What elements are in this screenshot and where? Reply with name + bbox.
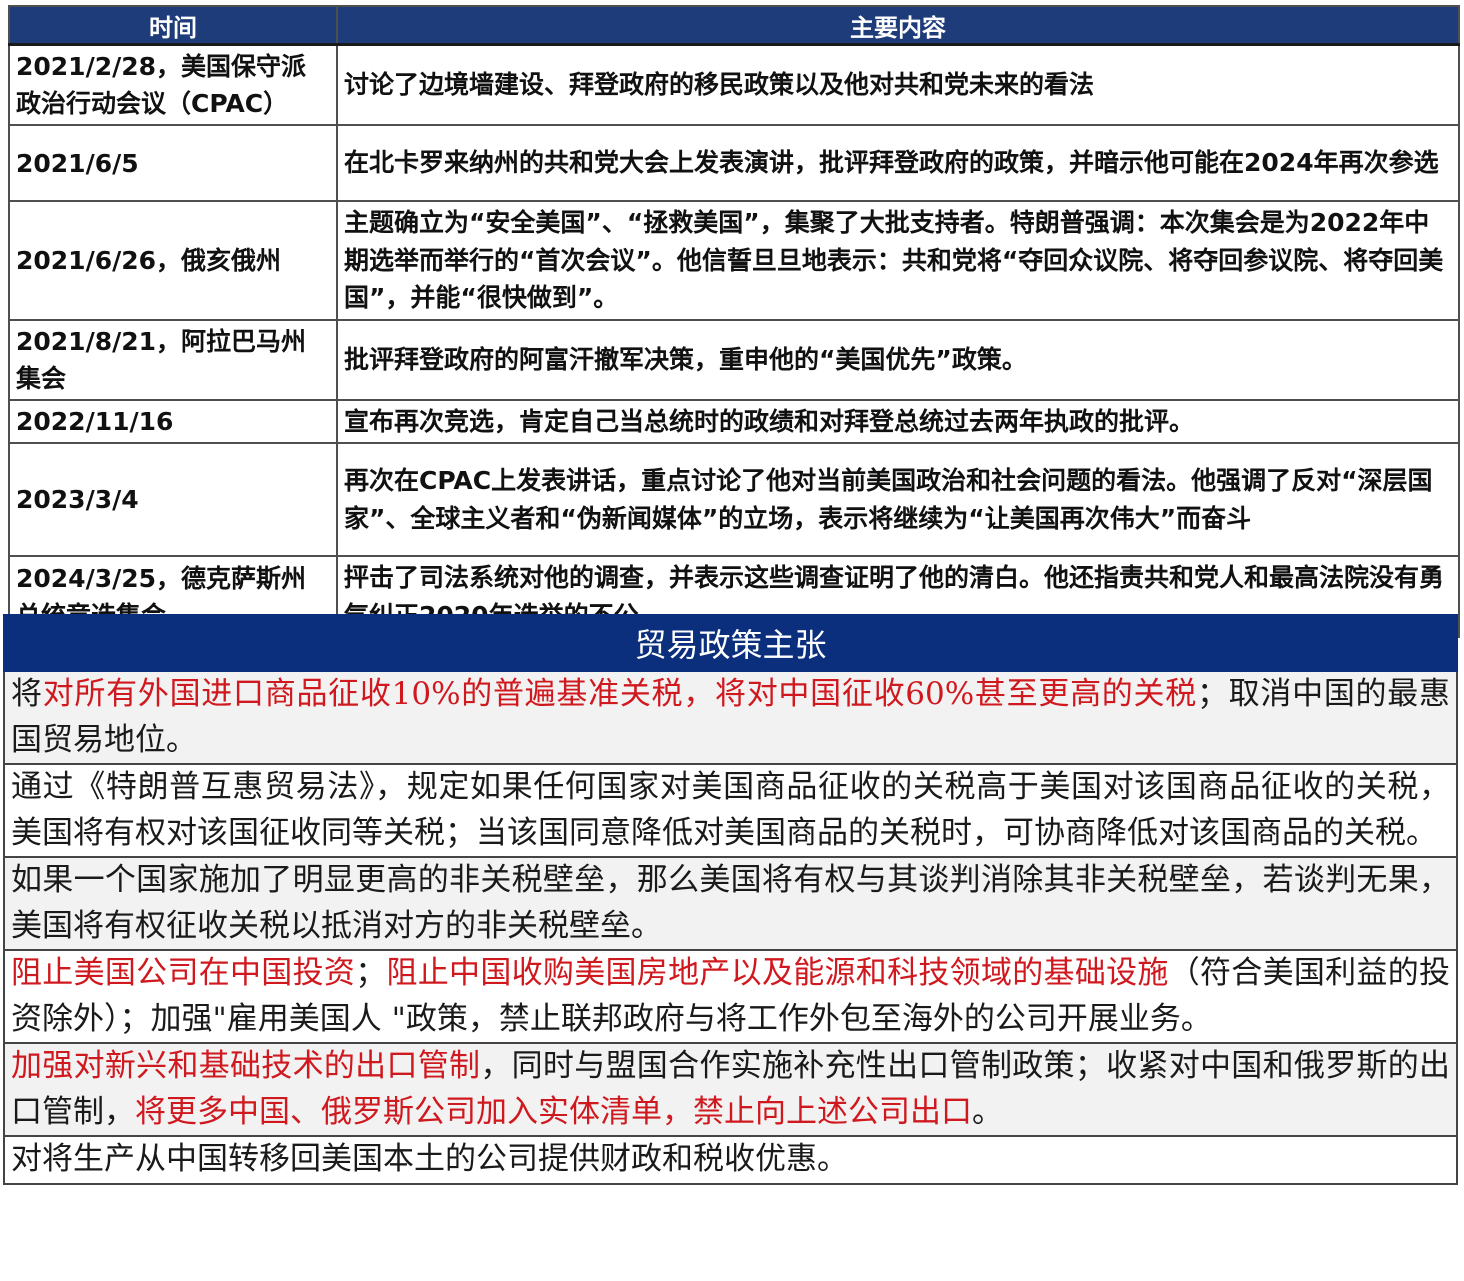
policy-item: 将对所有外国进口商品征收10%的普遍基准关税，将对中国征收60%甚至更高的关税；… — [3, 670, 1458, 765]
table-row: 加强对新兴和基础技术的出口管制，同时与盟国合作实施补充性出口管制政策；收紧对中国… — [3, 1042, 1458, 1137]
policy-text: ； — [355, 955, 387, 991]
event-time: 2021/8/21，阿拉巴马州集会 — [8, 318, 338, 401]
event-content: 讨论了边境墙建设、拜登政府的移民政策以及他对共和党未来的看法 — [336, 43, 1460, 126]
policy-text: 如果一个国家施加了明显更高的非关税壁垒，那么美国将有权与其谈判消除其非关税壁垒，… — [11, 862, 1450, 944]
table-row: 2022/11/16 宣布再次竞选，肯定自己当总统时的政绩和对拜登总统过去两年执… — [8, 398, 1460, 444]
highlighted-text: 加强对新兴和基础技术的出口管制 — [11, 1048, 481, 1084]
trade-header-row: 贸易政策主张 — [3, 614, 1458, 672]
event-content: 主题确立为“安全美国”、“拯救美国”，集聚了大批支持者。特朗普强调：本次集会是为… — [336, 200, 1460, 321]
table-row: 通过《特朗普互惠贸易法》，规定如果任何国家对美国商品征收的关税高于美国对该国商品… — [3, 763, 1458, 858]
table-row: 2021/8/21，阿拉巴马州集会 批评拜登政府的阿富汗撤军决策，重申他的“美国… — [8, 318, 1460, 401]
highlighted-text: 对所有外国进口商品征收10%的普遍基准关税，将对中国征收60%甚至更高的关税 — [42, 676, 1197, 712]
event-time: 2022/11/16 — [8, 398, 338, 444]
table-row: 2021/6/5 在北卡罗来纳州的共和党大会上发表演讲，批评拜登政府的政策，并暗… — [8, 124, 1460, 202]
highlighted-text: 将更多中国、俄罗斯公司加入实体清单，禁止向上述公司出口 — [135, 1093, 972, 1130]
event-time: 2021/6/26，俄亥俄州 — [8, 200, 338, 321]
event-content: 宣布再次竞选，肯定自己当总统时的政绩和对拜登总统过去两年执政的批评。 — [336, 398, 1460, 444]
events-table: 时间 主要内容 2021/2/28，美国保守派政治行动会议（CPAC） 讨论了边… — [8, 5, 1460, 638]
table-row: 阻止美国公司在中国投资；阻止中国收购美国房地产以及能源和科技领域的基础设施（符合… — [3, 949, 1458, 1044]
policy-item: 对将生产从中国转移回美国本土的公司提供财政和税收优惠。 — [3, 1135, 1458, 1185]
highlighted-text: 阻止美国公司在中国投资 — [11, 955, 356, 991]
header-time: 时间 — [8, 5, 338, 46]
policy-item: 阻止美国公司在中国投资；阻止中国收购美国房地产以及能源和科技领域的基础设施（符合… — [3, 949, 1458, 1044]
event-content: 在北卡罗来纳州的共和党大会上发表演讲，批评拜登政府的政策，并暗示他可能在2024… — [336, 124, 1460, 202]
policy-item: 通过《特朗普互惠贸易法》，规定如果任何国家对美国商品征收的关税高于美国对该国商品… — [3, 763, 1458, 858]
policy-text: 对将生产从中国转移回美国本土的公司提供财政和税收优惠。 — [11, 1141, 848, 1177]
policy-text: 将 — [11, 676, 43, 712]
event-time: 2021/6/5 — [8, 124, 338, 202]
header-content: 主要内容 — [336, 5, 1460, 46]
table-row: 对将生产从中国转移回美国本土的公司提供财政和税收优惠。 — [3, 1135, 1458, 1185]
trade-policy-table: 贸易政策主张 将对所有外国进口商品征收10%的普遍基准关税，将对中国征收60%甚… — [3, 614, 1458, 1185]
table-row: 2023/3/4 再次在CPAC上发表讲话，重点讨论了他对当前美国政治和社会问题… — [8, 442, 1460, 557]
table-row: 2021/2/28，美国保守派政治行动会议（CPAC） 讨论了边境墙建设、拜登政… — [8, 43, 1460, 126]
event-content: 批评拜登政府的阿富汗撤军决策，重申他的“美国优先”政策。 — [336, 318, 1460, 401]
event-content: 再次在CPAC上发表讲话，重点讨论了他对当前美国政治和社会问题的看法。他强调了反… — [336, 442, 1460, 557]
trade-policy-header: 贸易政策主张 — [3, 614, 1458, 672]
policy-text: 。 — [972, 1093, 1003, 1130]
table-row: 2021/6/26，俄亥俄州 主题确立为“安全美国”、“拯救美国”，集聚了大批支… — [8, 200, 1460, 321]
policy-item: 加强对新兴和基础技术的出口管制，同时与盟国合作实施补充性出口管制政策；收紧对中国… — [3, 1042, 1458, 1137]
event-time: 2021/2/28，美国保守派政治行动会议（CPAC） — [8, 43, 338, 126]
policy-item: 如果一个国家施加了明显更高的非关税壁垒，那么美国将有权与其谈判消除其非关税壁垒，… — [3, 856, 1458, 951]
table-row: 将对所有外国进口商品征收10%的普遍基准关税，将对中国征收60%甚至更高的关税；… — [3, 670, 1458, 765]
highlighted-text: 阻止中国收购美国房地产以及能源和科技领域的基础设施 — [386, 955, 1169, 991]
table-row: 如果一个国家施加了明显更高的非关税壁垒，那么美国将有权与其谈判消除其非关税壁垒，… — [3, 856, 1458, 951]
events-header-row: 时间 主要内容 — [8, 5, 1460, 46]
event-time: 2023/3/4 — [8, 442, 338, 557]
policy-text: 通过《特朗普互惠贸易法》，规定如果任何国家对美国商品征收的关税高于美国对该国商品… — [11, 769, 1450, 851]
